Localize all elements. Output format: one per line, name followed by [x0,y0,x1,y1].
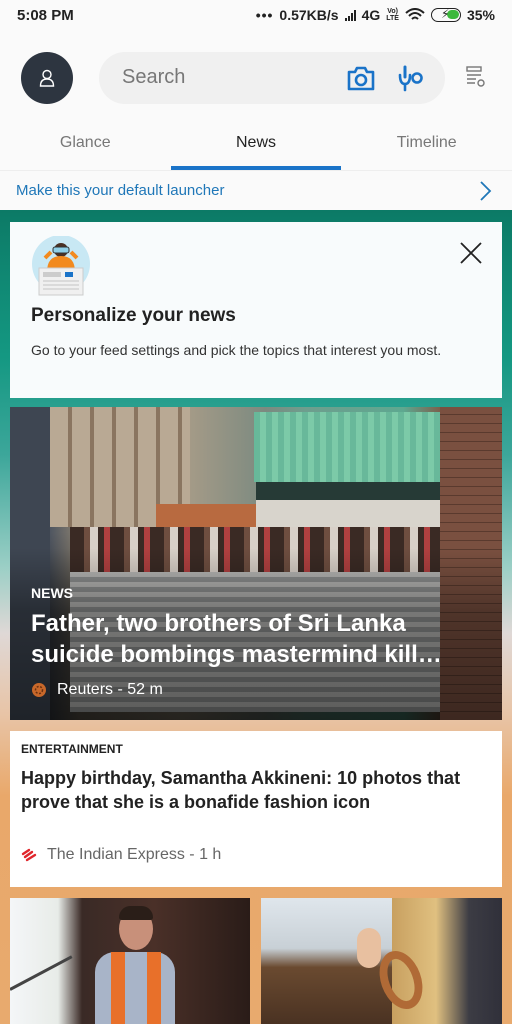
close-icon[interactable] [460,242,482,264]
charging-bolt-icon: ⚡ [440,7,450,21]
tab-timeline[interactable]: Timeline [341,124,512,170]
tab-bar: Glance News Timeline [0,124,512,170]
image-overlay [10,407,502,720]
article-category: NEWS [31,585,73,601]
text-news-card[interactable]: ENTERTAINMENT Happy birthday, Samantha A… [10,731,502,887]
tab-glance[interactable]: Glance [0,124,171,170]
volte-bottom: LTE [386,15,399,22]
personalize-title: Personalize your news [31,305,236,326]
notification-dots: ••• [255,7,274,23]
default-launcher-banner[interactable]: Make this your default launcher [0,170,512,210]
hero-news-card[interactable]: NEWS Father, two brothers of Sri Lanka s… [10,407,502,720]
volte-icon: Vo) LTE [386,8,399,22]
microphone-icon[interactable] [397,63,425,93]
stair-rail-shape [10,955,73,991]
article-headline[interactable]: Father, two brothers of Sri Lanka suicid… [31,608,491,670]
header [0,34,512,124]
image-news-card[interactable] [10,898,250,1024]
status-bar: 5:08 PM ••• 0.57KB/s 4G Vo) LTE ⚡ 35% [0,0,512,34]
indian-express-logo-icon [21,848,37,862]
source-label: The Indian Express - 1 h [47,846,222,863]
article-category: ENTERTAINMENT [21,742,123,756]
man-in-orange-scarf-photo [95,906,175,1024]
volte-top: Vo) [387,8,398,15]
network-type: 4G [361,7,381,23]
search-input[interactable] [122,66,322,89]
wifi-icon [405,8,425,20]
binoculars-newspaper-illustration [32,236,90,296]
hand-shape [357,928,381,968]
person-icon [39,69,55,87]
battery-percent: 35% [466,7,495,23]
battery-icon: ⚡ [430,7,461,22]
network-speed: 0.57KB/s [279,7,339,23]
personalize-news-card[interactable]: Personalize your news Go to your feed se… [10,222,502,398]
avatar[interactable] [21,52,73,104]
source-label: Reuters - 52 m [57,681,163,698]
default-launcher-link[interactable]: Make this your default launcher [16,182,224,199]
tab-news[interactable]: News [170,124,342,170]
search-bar[interactable] [99,52,445,104]
signal-icon [344,9,356,21]
feed-settings-icon[interactable] [465,66,487,88]
camera-icon[interactable] [347,65,375,91]
article-headline[interactable]: Happy birthday, Samantha Akkineni: 10 ph… [21,766,491,814]
article-source: Reuters - 52 m [31,681,163,699]
personalize-description: Go to your feed settings and pick the to… [31,342,442,358]
reuters-logo-icon [32,683,46,697]
image-news-card[interactable] [261,898,502,1024]
status-time: 5:08 PM [17,7,74,24]
article-source: The Indian Express - 1 h [21,846,221,864]
chevron-right-icon[interactable] [478,180,492,202]
